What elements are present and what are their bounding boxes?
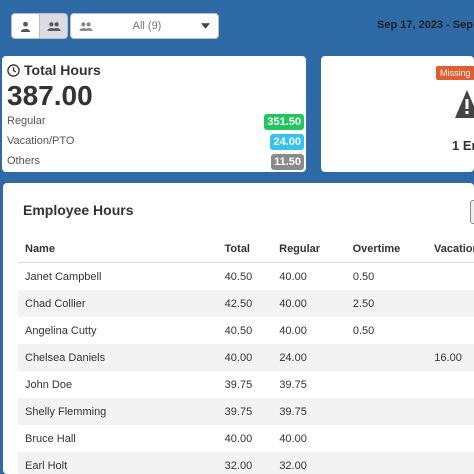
table-row[interactable]: Bruce Hall 40.00 40.00 — [18, 425, 474, 452]
table-row[interactable]: Janet Campbell 40.50 40.00 0.50 — [18, 263, 474, 290]
employee-filter-value: All (9) — [132, 20, 162, 32]
others-badge: 11.50 — [271, 154, 304, 170]
table-row[interactable]: John Doe 39.75 39.75 — [18, 371, 474, 398]
total-hours-value: 387.00 — [7, 80, 93, 111]
table-row[interactable]: Chad Collier 42.50 40.00 2.50 — [18, 290, 474, 317]
regular-label: Regular — [7, 115, 46, 127]
clock-icon — [7, 63, 20, 77]
employee-name: Earl Holt — [25, 459, 68, 472]
missing-badge: Missing — [436, 66, 474, 80]
employee-name: Janet Campbell — [25, 270, 102, 283]
total-hours-header: Total Hours — [7, 62, 101, 78]
employee-name: Shelly Flemming — [25, 405, 107, 418]
total-cell: 40.00 — [224, 351, 253, 364]
employee-name: Chad Collier — [25, 297, 86, 310]
users-icon — [46, 21, 61, 31]
column-header-name[interactable]: Name — [18, 243, 225, 255]
date-range[interactable]: Sep 17, 2023 - Sep 23 — [377, 19, 474, 31]
regular-cell: 32.00 — [279, 459, 307, 472]
toolbar: All (9) Sep 17, 2023 - Sep 23 — [0, 0, 474, 52]
total-cell: 40.50 — [224, 324, 253, 337]
column-header-total[interactable]: Total — [225, 243, 280, 255]
error-count[interactable]: 1 Er — [452, 138, 474, 153]
regular-cell: 39.75 — [279, 405, 307, 418]
single-user-view-button[interactable] — [12, 14, 39, 38]
others-label: Others — [7, 155, 41, 167]
employee-hours-title: Employee Hours — [23, 202, 134, 218]
vacation-badge: 24.00 — [270, 134, 304, 150]
table-row[interactable]: Shelly Flemming 39.75 39.75 — [18, 398, 474, 425]
total-cell: 42.50 — [224, 297, 253, 310]
users-icon — [79, 21, 93, 31]
view-toggle — [11, 13, 68, 39]
table-header: Name Total Regular Overtime Vacation — [18, 235, 474, 263]
column-header-vacation[interactable]: Vacation — [434, 243, 474, 255]
total-cell: 39.75 — [224, 378, 253, 391]
regular-cell: 39.75 — [279, 378, 307, 391]
employee-name: Angelina Cutty — [25, 324, 97, 337]
regular-cell: 24.00 — [279, 351, 307, 364]
employee-name: Chelsea Daniels — [25, 351, 106, 364]
column-header-overtime[interactable]: Overtime — [353, 243, 434, 255]
column-header-regular[interactable]: Regular — [279, 243, 352, 255]
regular-cell: 40.00 — [279, 432, 307, 445]
employee-name: Bruce Hall — [25, 432, 76, 445]
regular-cell: 40.00 — [279, 270, 307, 283]
vacation-cell: 16.00 — [434, 351, 462, 364]
employee-hours-table: Name Total Regular Overtime Vacation Jan… — [18, 235, 474, 474]
overtime-cell: 0.50 — [352, 270, 375, 283]
vacation-label: Vacation/PTO — [7, 135, 75, 147]
total-cell: 40.00 — [224, 432, 253, 445]
total-cell: 32.00 — [224, 459, 253, 472]
chevron-down-icon — [201, 23, 210, 29]
group-view-button[interactable] — [39, 14, 67, 38]
user-icon — [20, 21, 31, 32]
table-row[interactable]: Angelina Cutty 40.50 40.00 0.50 — [18, 317, 474, 344]
overtime-cell: 2.50 — [352, 297, 375, 310]
employee-filter-select[interactable]: All (9) — [70, 13, 219, 39]
warning-icon — [455, 90, 474, 118]
total-hours-title: Total Hours — [24, 62, 101, 78]
employee-hours-action-button[interactable] — [470, 200, 474, 224]
employee-name: John Doe — [25, 378, 73, 391]
overtime-cell: 0.50 — [352, 324, 375, 337]
table-row[interactable]: Chelsea Daniels 40.00 24.00 16.00 — [18, 344, 474, 371]
regular-cell: 40.00 — [279, 297, 307, 310]
table-row[interactable]: Earl Holt 32.00 32.00 — [18, 452, 474, 474]
regular-cell: 40.00 — [279, 324, 307, 337]
regular-badge: 351.50 — [264, 114, 304, 130]
total-cell: 39.75 — [224, 405, 253, 418]
total-cell: 40.50 — [224, 270, 253, 283]
